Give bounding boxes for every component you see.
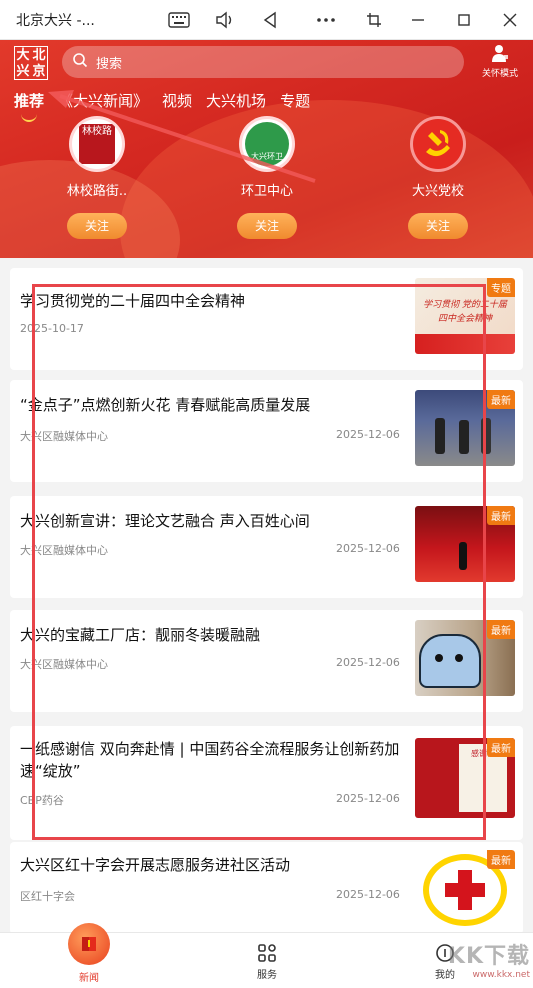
article-date: 2025-12-06: [336, 656, 400, 669]
topic-badge: 专题: [487, 278, 515, 297]
search-bar[interactable]: 搜索: [62, 46, 464, 78]
search-icon: [72, 52, 88, 72]
article-thumbnail: 学习贯彻 党的二十届四中全会精神 专题: [415, 278, 515, 354]
thumbnail-caption: 学习贯彻 党的二十届四中全会精神: [423, 300, 507, 324]
article-thumbnail: 最新: [415, 506, 515, 582]
article-source: 区红十字会: [20, 890, 75, 903]
follow-button[interactable]: 关注: [67, 213, 127, 239]
mascot-eye: [435, 654, 443, 662]
thumbnail-figure: [481, 418, 491, 454]
thumbnail-figure: [459, 420, 469, 454]
nav-mine-label: 我的: [435, 970, 455, 981]
article-source: CBP药谷: [20, 794, 64, 807]
channel-item[interactable]: 大兴党校 关注: [378, 116, 498, 239]
article-date: 2025-12-06: [336, 792, 400, 805]
channel-avatar: 大兴环卫: [239, 116, 295, 172]
care-mode-button[interactable]: 关怀模式: [476, 44, 524, 79]
article-card[interactable]: 大兴创新宣讲：理论文艺融合 声入百姓心间 大兴区融媒体中心 2025-12-06…: [10, 496, 523, 598]
channel-tabs: 推荐 《大兴新闻》 视频 大兴机场 专题: [14, 90, 310, 122]
thumbnail-figure: [459, 542, 467, 570]
mascot-eye: [455, 654, 463, 662]
screenshot-icon[interactable]: [362, 8, 386, 32]
thumbnail-decoration: [415, 334, 515, 354]
bottom-navigation: 新闻 服务 我的: [0, 923, 533, 988]
red-cross-icon: [443, 868, 487, 916]
article-title: 一纸感谢信 双向奔赴情 | 中国药谷全流程服务让创新药加速“绽放”: [20, 740, 400, 780]
thumbnail-figure: [435, 418, 445, 454]
article-card[interactable]: “金点子”点燃创新火花 青春赋能高质量发展 大兴区融媒体中心 2025-12-0…: [10, 380, 523, 482]
article-card[interactable]: 学习贯彻党的二十届四中全会精神 2025-10-17 学习贯彻 党的二十届四中全…: [10, 268, 523, 370]
logo-char: 京: [32, 63, 46, 79]
window-title: 北京大兴 -...: [16, 12, 95, 29]
back-icon[interactable]: [258, 8, 282, 32]
app-logo: 大 北 兴 京: [14, 46, 48, 80]
window-titlebar: 北京大兴 -...: [0, 0, 533, 40]
channel-avatar: 林校路: [69, 116, 125, 172]
article-thumbnail: 最新: [415, 390, 515, 466]
app-header: 大 北 兴 京 搜索 关怀模式 推荐 《大兴新闻》 视频 大兴机场 专题 林校路…: [0, 40, 533, 258]
search-placeholder: 搜索: [96, 56, 123, 72]
nav-mine[interactable]: 我的: [405, 943, 485, 981]
care-mode-label: 关怀模式: [481, 69, 518, 79]
tab-daxing-news[interactable]: 《大兴新闻》: [58, 90, 148, 114]
channel-name: 大兴党校: [411, 184, 464, 199]
more-icon[interactable]: [314, 8, 338, 32]
tab-daxing-airport[interactable]: 大兴机场: [206, 90, 266, 114]
article-date: 2025-10-17: [20, 322, 84, 335]
nav-news-label: 新闻: [79, 973, 99, 984]
tab-video[interactable]: 视频: [162, 90, 192, 114]
news-icon: [68, 923, 110, 965]
channel-avatar: [410, 116, 466, 172]
volume-icon[interactable]: [213, 8, 237, 32]
party-emblem-icon: [418, 122, 458, 166]
nav-news[interactable]: 新闻: [49, 923, 129, 984]
close-icon[interactable]: [498, 8, 522, 32]
article-title: 大兴区红十字会开展志愿服务进社区活动: [20, 856, 291, 874]
care-mode-icon: [476, 44, 524, 66]
tab-topics[interactable]: 专题: [280, 90, 310, 114]
article-thumbnail: 感谢信 最新: [415, 738, 515, 818]
article-thumbnail: 最新: [415, 620, 515, 696]
article-source: 大兴区融媒体中心: [20, 430, 108, 443]
follow-button[interactable]: 关注: [237, 213, 297, 239]
profile-icon: [405, 943, 485, 963]
channel-name: 林校路街..: [66, 184, 128, 199]
new-badge: 最新: [487, 390, 515, 409]
services-grid-icon: [227, 943, 307, 963]
channel-item[interactable]: 大兴环卫 环卫中心 关注: [207, 116, 327, 239]
article-card[interactable]: 一纸感谢信 双向奔赴情 | 中国药谷全流程服务让创新药加速“绽放” CBP药谷 …: [10, 726, 523, 840]
article-date: 2025-12-06: [336, 542, 400, 555]
channel-avatar-badge: 大兴环卫: [245, 122, 289, 166]
logo-char: 兴: [16, 63, 30, 79]
article-title: 学习贯彻党的二十届四中全会精神: [20, 292, 246, 310]
keyboard-icon[interactable]: [167, 8, 191, 32]
minimize-icon[interactable]: [406, 8, 430, 32]
article-title: “金点子”点燃创新火花 青春赋能高质量发展: [20, 396, 311, 414]
new-badge: 最新: [487, 738, 515, 757]
thumbnail-mascot: [419, 634, 481, 688]
article-date: 2025-12-06: [336, 888, 400, 901]
logo-char: 北: [32, 48, 46, 63]
article-source: 大兴区融媒体中心: [20, 658, 108, 671]
maximize-icon[interactable]: [452, 8, 476, 32]
followed-channels: 林校路 林校路街.. 关注 大兴环卫 环卫中心 关注 大兴党校 关注: [0, 116, 533, 239]
article-title: 大兴的宝藏工厂店：靓丽冬装暖融融: [20, 626, 261, 644]
article-date: 2025-12-06: [336, 428, 400, 441]
article-card[interactable]: 大兴的宝藏工厂店：靓丽冬装暖融融 大兴区融媒体中心 2025-12-06 最新: [10, 610, 523, 712]
article-source: 大兴区融媒体中心: [20, 544, 108, 557]
tab-recommend[interactable]: 推荐: [14, 90, 44, 122]
channel-name: 环卫中心: [240, 184, 293, 199]
article-card[interactable]: 大兴区红十字会开展志愿服务进社区活动 区红十字会 2025-12-06 最新: [10, 842, 523, 934]
article-thumbnail: 最新: [415, 850, 515, 932]
nav-services-label: 服务: [257, 970, 277, 981]
article-title: 大兴创新宣讲：理论文艺融合 声入百姓心间: [20, 512, 310, 530]
channel-avatar-badge: 林校路: [79, 124, 115, 164]
new-badge: 最新: [487, 506, 515, 525]
follow-button[interactable]: 关注: [408, 213, 468, 239]
new-badge: 最新: [487, 620, 515, 639]
logo-char: 大: [16, 48, 30, 63]
nav-services[interactable]: 服务: [227, 943, 307, 981]
channel-item[interactable]: 林校路 林校路街.. 关注: [37, 116, 157, 239]
new-badge: 最新: [487, 850, 515, 869]
